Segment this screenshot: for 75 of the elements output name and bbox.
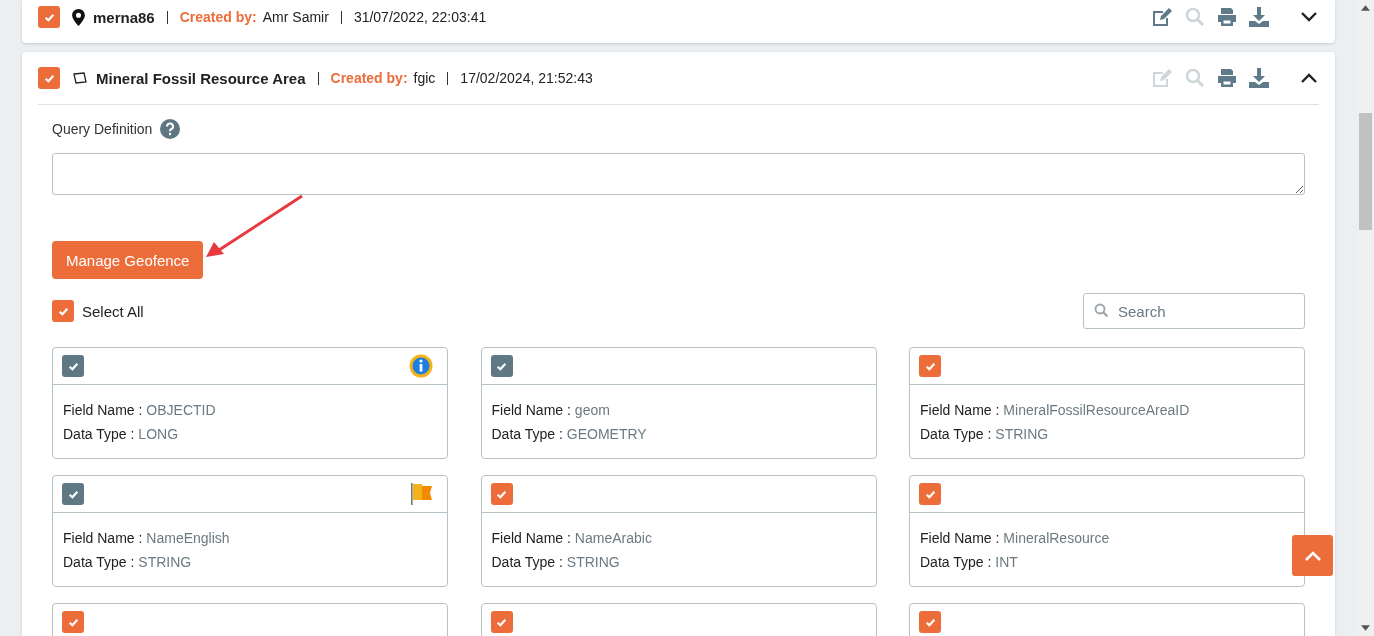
field-checkbox[interactable]: [919, 611, 941, 633]
created-date: 17/02/2024, 21:52:43: [460, 70, 593, 86]
select-all-checkbox[interactable]: [52, 300, 74, 322]
layer-name: merna86: [93, 8, 155, 26]
field-name-value: MineralResource: [1003, 530, 1110, 546]
search-icon: [1094, 303, 1109, 318]
data-type-label: Data Type :: [63, 554, 135, 570]
data-type-label: Data Type :: [920, 426, 992, 442]
field-checkbox[interactable]: [62, 611, 84, 633]
checkmark-icon: [924, 360, 936, 372]
field-checkbox[interactable]: [919, 483, 941, 505]
layer-name: Mineral Fossil Resource Area: [96, 69, 306, 87]
data-type-value: STRING: [995, 426, 1049, 442]
checkmark-icon: [57, 305, 69, 317]
checkmark-icon: [67, 616, 79, 628]
layer-checkbox[interactable]: [38, 6, 60, 28]
select-all-label: Select All: [82, 302, 144, 320]
field-name-label: Field Name :: [63, 530, 143, 546]
field-name-value: MineralFossilResourceAreaID: [1003, 402, 1190, 418]
data-type-label: Data Type :: [491, 554, 563, 570]
data-type-value: STRING: [138, 554, 192, 570]
checkmark-icon: [43, 11, 55, 23]
scroll-down-arrow-icon[interactable]: [1361, 625, 1370, 631]
field-name-label: Field Name :: [63, 402, 143, 418]
data-type-value: GEOMETRY: [566, 426, 647, 442]
field-name-value: OBJECTID: [146, 402, 216, 418]
created-by-label: Created by:: [330, 70, 408, 86]
query-definition-field[interactable]: [52, 153, 1305, 195]
field-checkbox[interactable]: [490, 483, 513, 505]
field-name-label: Field Name :: [920, 530, 1000, 546]
data-type-label: Data Type :: [920, 554, 992, 570]
printer-icon[interactable]: [1217, 7, 1237, 27]
field-name-value: NameEnglish: [146, 530, 230, 546]
data-type-value: STRING: [566, 554, 620, 570]
checkmark-icon: [496, 488, 507, 500]
download-icon[interactable]: [1249, 68, 1269, 88]
creator-name: Amr Samir: [262, 9, 329, 25]
chevron-up-icon: [1304, 550, 1321, 561]
map-pin-icon: [72, 8, 85, 26]
checkmark-icon: [43, 72, 55, 84]
field-checkbox[interactable]: [490, 611, 513, 633]
polygon-icon: [72, 71, 88, 85]
chevron-up-icon[interactable]: [1301, 73, 1317, 83]
printer-icon[interactable]: [1217, 68, 1237, 88]
layer-checkbox[interactable]: [38, 67, 60, 89]
scroll-up-arrow-icon[interactable]: [1361, 5, 1370, 11]
edit-icon[interactable]: [1151, 7, 1173, 27]
manage-geofence-button[interactable]: Manage Geofence: [52, 241, 204, 279]
data-type-label: Data Type :: [491, 426, 563, 442]
checkmark-icon: [67, 360, 79, 372]
download-icon[interactable]: [1249, 7, 1269, 27]
data-type-label: Data Type :: [63, 426, 135, 442]
creator-name: fgic: [413, 70, 436, 86]
field-name-label: Field Name :: [491, 402, 571, 418]
scroll-to-top-button[interactable]: [1292, 535, 1333, 576]
field-name-label: Field Name :: [920, 402, 1000, 418]
checkmark-icon: [924, 488, 936, 500]
scrollbar[interactable]: [1357, 0, 1374, 636]
chevron-down-icon[interactable]: [1301, 12, 1317, 22]
field-name-value: geom: [574, 402, 610, 418]
created-date: 31/07/2022, 22:03:41: [353, 9, 487, 25]
checkmark-icon: [496, 616, 507, 628]
query-definition-label: Query Definition: [52, 121, 153, 137]
field-name-label: Field Name :: [491, 530, 571, 546]
data-type-value: LONG: [138, 426, 179, 442]
scrollbar-thumb[interactable]: [1359, 113, 1372, 230]
help-icon[interactable]: [160, 119, 181, 139]
field-checkbox[interactable]: [919, 355, 941, 377]
checkmark-icon: [924, 616, 936, 628]
field-name-value: NameArabic: [574, 530, 652, 546]
checkmark-icon: [67, 488, 79, 500]
data-type-value: INT: [995, 554, 1018, 570]
checkmark-icon: [496, 360, 507, 372]
created-by-label: Created by:: [179, 9, 257, 25]
search-field[interactable]: Search: [1083, 293, 1305, 329]
